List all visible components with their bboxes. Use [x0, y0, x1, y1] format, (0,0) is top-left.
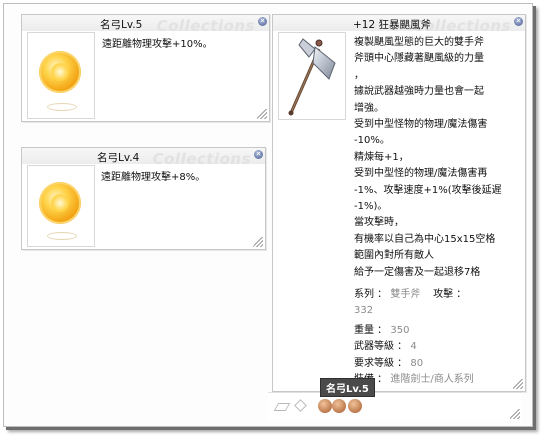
- resize-handle-icon[interactable]: [253, 237, 263, 247]
- description-line: -1%、攻擊速度+1%(攻擊後延遲: [354, 184, 502, 196]
- item-shadow: [47, 103, 77, 111]
- description-line: 複製颶風型態的巨大的雙手斧: [354, 37, 484, 48]
- item-tooltip-window-axe: Collections +12 狂暴颶風斧 ✕ 複製颶風型態的巨大的雙手斧 斧頭中…: [272, 14, 526, 392]
- gold-card-icon: [39, 51, 81, 93]
- attack-value: 332: [354, 305, 374, 317]
- equip-value: 進階劍士/商人系列: [390, 374, 474, 386]
- weight-value: 350: [390, 324, 410, 336]
- weapon-level-value: 4: [410, 341, 417, 353]
- item-image: [278, 32, 346, 120]
- resize-handle-icon[interactable]: [510, 409, 520, 419]
- description-line: 精煉每+1，: [354, 151, 409, 163]
- card-icon[interactable]: [318, 399, 332, 413]
- description-line: 增強。: [354, 102, 384, 114]
- item-image: [27, 32, 95, 119]
- weight-label: 重量 ：: [354, 324, 388, 336]
- close-icon[interactable]: ✕: [258, 17, 267, 26]
- weapon-level-label: 武器等級 ：: [354, 341, 408, 353]
- watermark: Collections: [152, 150, 251, 168]
- empty-slot-icon[interactable]: [273, 403, 291, 411]
- description-line: 給予一定傷害及一起退移7格: [354, 266, 481, 278]
- description-line: 範圍內對所有敵人: [354, 250, 434, 262]
- description-line: 有機率以自己為中心15x15空格: [354, 233, 496, 245]
- card-icon[interactable]: [332, 399, 346, 413]
- window-title: 名弓Lv.4: [97, 152, 140, 164]
- description-line: 受到中型怪物的物理/魔法傷害: [354, 119, 488, 131]
- card-slot-bar: [268, 392, 522, 421]
- series-value: 雙手斧: [390, 289, 421, 300]
- stat-row-equip: 裝備 ： 進階劍士/商人系列: [354, 372, 524, 388]
- stat-row-weight: 重量 ： 350: [354, 323, 524, 339]
- item-tooltip-window-1: Collections 名弓Lv.5 ✕ 遠距離物理攻擊+10%。: [21, 14, 270, 122]
- close-icon[interactable]: ✕: [254, 150, 263, 159]
- description-line: 當攻擊時，: [354, 217, 404, 229]
- window-title: +12 狂暴颶風斧: [353, 19, 431, 31]
- empty-slot-icon[interactable]: [294, 399, 307, 412]
- resize-handle-icon[interactable]: [257, 109, 267, 119]
- description-line: -1%)。: [354, 201, 388, 213]
- stat-row-attack-value: 332: [354, 303, 524, 319]
- description-line: 斧頭中心隱藏著颶風級的力量: [354, 53, 484, 65]
- item-image: [27, 165, 95, 247]
- series-label: 系列 ：: [354, 289, 388, 300]
- window-title: 名弓Lv.5: [100, 19, 143, 31]
- stat-row-weapon-level: 武器等級 ： 4: [354, 339, 524, 355]
- attack-label: 攻擊 ：: [433, 289, 467, 300]
- item-tooltip-window-2: Collections 名弓Lv.4 ✕ 遠距離物理攻擊+8%。: [21, 147, 266, 250]
- req-level-value: 80: [410, 357, 424, 369]
- item-shadow: [47, 232, 77, 240]
- stat-row-req-level: 要求等級 ： 80: [354, 356, 524, 372]
- card-icon[interactable]: [348, 399, 362, 413]
- description-line: ，: [354, 69, 364, 81]
- item-description: 複製颶風型態的巨大的雙手斧 斧頭中心隱藏著颶風級的力量 ， 據說武器越強時力量也會一起…: [354, 35, 524, 281]
- item-description: 遠距離物理攻擊+10%。: [102, 39, 213, 50]
- req-level-label: 要求等級 ：: [354, 357, 408, 369]
- gold-card-icon: [39, 182, 81, 224]
- item-stats: 系列 ： 雙手斧 攻擊 ： 332 重量 ： 350 武器等級 ： 4 要求等級…: [354, 287, 524, 388]
- hover-tooltip: 名弓Lv.5: [320, 378, 375, 397]
- item-description: 遠距離物理攻擊+8%。: [101, 172, 206, 183]
- description-line: 據說武器越強時力量也會一起: [354, 86, 484, 98]
- close-icon[interactable]: ✕: [514, 17, 523, 26]
- description-line: -10%。: [354, 135, 390, 147]
- axe-icon: [288, 38, 336, 116]
- stat-row-series-attack: 系列 ： 雙手斧 攻擊 ：: [354, 287, 524, 303]
- watermark: Collections: [156, 17, 255, 35]
- resize-handle-icon[interactable]: [513, 379, 523, 389]
- description-line: 受到中型怪的物理/魔法傷害再: [354, 168, 488, 180]
